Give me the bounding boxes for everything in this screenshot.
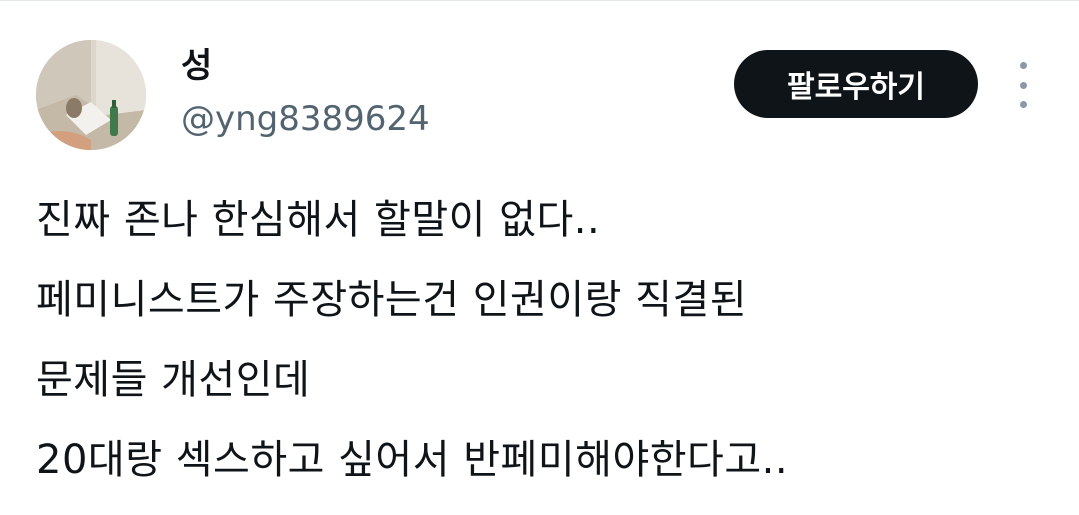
avatar[interactable] (36, 40, 146, 150)
user-handle[interactable]: @yng8389624 (181, 96, 430, 142)
more-vertical-icon (1019, 81, 1027, 89)
display-name[interactable]: 성 (181, 44, 430, 88)
follow-button[interactable]: 팔로우하기 (734, 50, 978, 118)
tweet-line: 페미니스트가 주장하는건 인권이랑 직결된 (36, 277, 748, 323)
tweet-text: 진짜 존나 한심해서 할말이 없다.. 페미니스트가 주장하는건 인권이랑 직결… (36, 180, 1046, 500)
user-block: 성 @yng8389624 (181, 44, 430, 142)
top-divider (0, 0, 1079, 1)
more-vertical-icon (1019, 101, 1027, 108)
tweet-line: 20대랑 섹스하고 싶어서 반페미해야한다고.. (36, 437, 789, 483)
more-vertical-icon (1019, 62, 1027, 69)
avatar-photo-icon (36, 40, 146, 150)
more-options-button[interactable] (1010, 62, 1036, 108)
tweet-line: 진짜 존나 한심해서 할말이 없다.. (36, 197, 601, 243)
tweet-line: 문제들 개선인데 (36, 357, 311, 403)
tweet-header: 성 @yng8389624 팔로우하기 (36, 40, 1046, 152)
